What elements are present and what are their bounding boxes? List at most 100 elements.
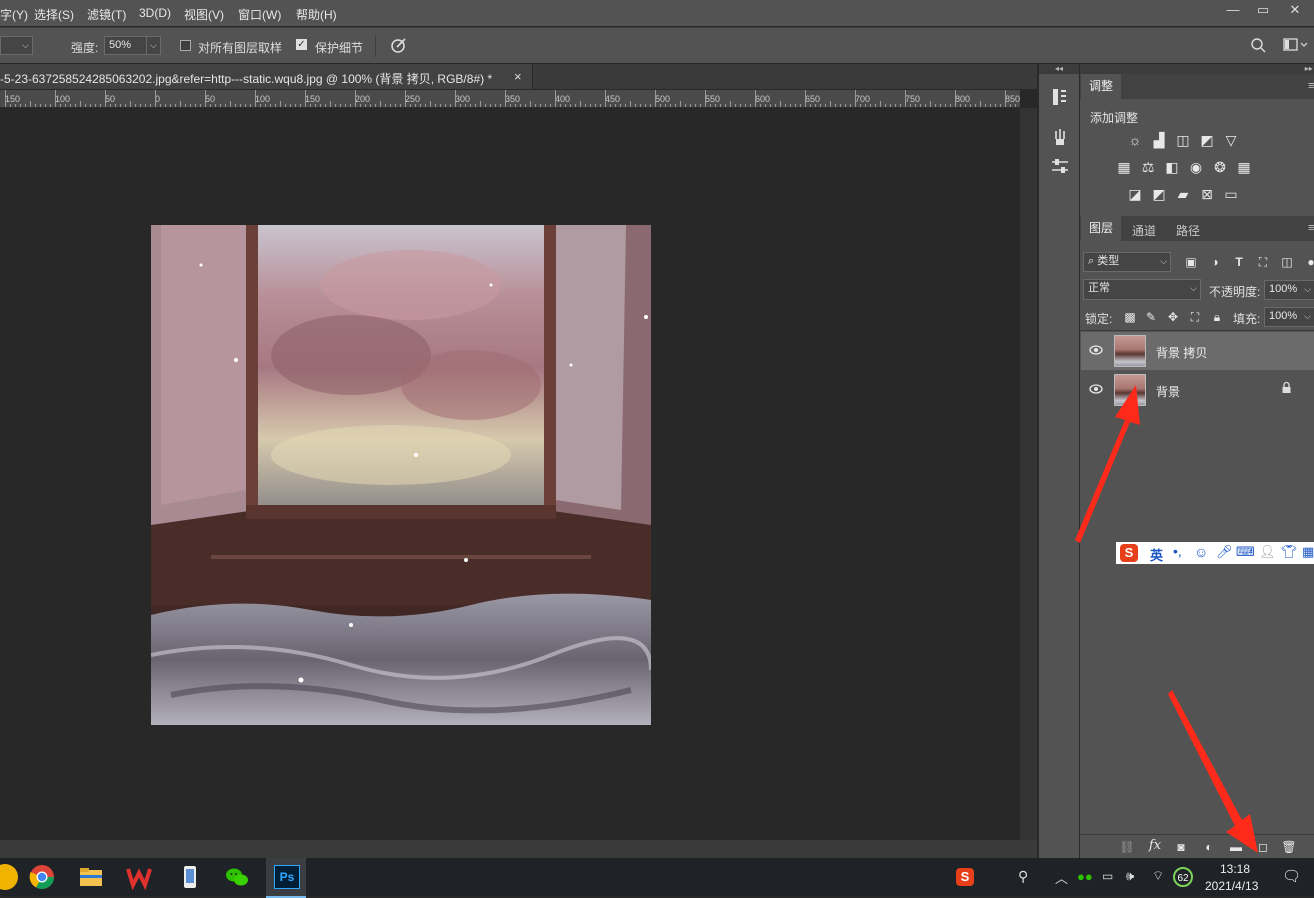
link-icon[interactable]: ⛓ — [1118, 839, 1136, 855]
ruler-tick — [890, 104, 891, 107]
phone-icon[interactable] — [177, 864, 203, 890]
filter-adjustment-icon[interactable]: ◑ — [1206, 254, 1224, 270]
volume-icon[interactable]: 🕪︎ — [1126, 868, 1134, 884]
brightness-icon[interactable]: ☼ — [1126, 132, 1144, 148]
black-white-icon[interactable]: ◧ — [1163, 159, 1181, 175]
photo-filter-icon[interactable]: ◉ — [1187, 159, 1205, 175]
wechat-icon[interactable] — [224, 864, 250, 890]
fill-input[interactable]: 100% ⌵ — [1264, 307, 1314, 327]
brush-settings-icon[interactable] — [1051, 128, 1069, 145]
clock-date[interactable]: 2021/4/13 — [1205, 879, 1258, 893]
chrome-icon[interactable] — [29, 864, 55, 890]
tab-channels[interactable]: 通道 — [1132, 222, 1156, 239]
eye-icon[interactable] — [1089, 344, 1103, 358]
color-balance-icon[interactable]: ⚖ — [1139, 159, 1157, 175]
file-explorer-icon[interactable] — [78, 864, 104, 890]
trash-icon[interactable]: 🗑︎ — [1280, 839, 1298, 855]
photoshop-taskbar-item[interactable]: Ps — [266, 858, 306, 898]
emoji-icon[interactable]: ☺ — [1194, 544, 1208, 560]
fx-icon[interactable]: fx — [1146, 838, 1164, 854]
ime-mode-toggle[interactable]: 英 — [1150, 545, 1163, 564]
battery-icon[interactable]: ▭ — [1102, 869, 1113, 883]
wps-icon[interactable] — [126, 864, 152, 891]
lock-icon[interactable] — [1281, 381, 1292, 397]
blend-mode-dropdown[interactable]: 正常 ⌵ — [1083, 279, 1201, 300]
posterize-icon[interactable]: ◩ — [1150, 186, 1168, 202]
protect-detail-checkbox[interactable]: ✓ — [296, 39, 307, 50]
ruler-tick — [850, 104, 851, 107]
invert-icon[interactable]: ◪ — [1126, 186, 1144, 202]
notification-icon[interactable]: 🗨︎ — [1282, 867, 1301, 885]
lock-image-icon[interactable]: ✎ — [1142, 309, 1160, 325]
history-icon[interactable] — [1051, 88, 1069, 105]
menu-help[interactable]: 帮助(H) — [296, 6, 337, 23]
app-icon[interactable] — [0, 864, 18, 890]
layer-row-background-copy[interactable]: 背景 拷贝 — [1081, 332, 1314, 370]
sample-all-layers-checkbox[interactable] — [180, 40, 191, 51]
sogou-logo-icon[interactable]: S — [1120, 544, 1138, 562]
pressure-icon[interactable] — [390, 36, 408, 57]
minimize-icon[interactable]: — — [1218, 0, 1248, 20]
filter-type-icon[interactable]: T — [1230, 254, 1248, 270]
lock-all-icon[interactable]: 🔒︎ — [1208, 309, 1226, 325]
close-tab-icon[interactable]: × — [514, 69, 522, 84]
horizontal-scrollbar[interactable] — [0, 840, 1037, 858]
close-icon[interactable]: ✕ — [1280, 0, 1310, 20]
wechat-tray-icon[interactable]: ●● — [1077, 869, 1093, 884]
lock-position-icon[interactable]: ✥ — [1164, 309, 1182, 325]
sogou-tray-icon[interactable]: S — [956, 868, 974, 886]
brush-preset-dropdown[interactable]: ⌵ — [0, 36, 33, 55]
selective-color-icon[interactable]: ⊠ — [1198, 186, 1216, 202]
panel-menu-icon[interactable]: ≡ — [1308, 80, 1314, 92]
menu-view[interactable]: 视图(V) — [184, 6, 224, 23]
filter-smart-object-icon[interactable]: ◫ — [1278, 254, 1296, 270]
restore-icon[interactable]: ▭ — [1248, 0, 1278, 20]
filter-toggle-icon[interactable]: ● — [1302, 254, 1314, 270]
curves-icon[interactable]: ◫ — [1174, 132, 1192, 148]
skin-icon[interactable]: 👕︎ — [1281, 544, 1298, 560]
tab-adjustments[interactable]: 调整 — [1081, 74, 1121, 99]
ruler-tick — [540, 104, 541, 107]
lock-transparent-icon[interactable]: ▩ — [1121, 309, 1139, 325]
collapse-icon[interactable]: ◂◂ — [1039, 64, 1079, 74]
levels-icon[interactable]: ▟ — [1150, 132, 1168, 148]
people-icon[interactable]: ⚲ — [1018, 868, 1028, 885]
menu-type[interactable]: 字(Y) — [0, 6, 28, 23]
vertical-scrollbar[interactable] — [1020, 108, 1037, 840]
menu-filter[interactable]: 滤镜(T) — [87, 6, 126, 23]
hue-saturation-icon[interactable]: ▦ — [1115, 159, 1133, 175]
properties-icon[interactable] — [1051, 158, 1069, 174]
toolbox-icon[interactable]: ▦ — [1302, 544, 1314, 560]
filter-pixel-icon[interactable]: ▣ — [1182, 254, 1200, 270]
gradient-map-icon[interactable]: ▭ — [1222, 186, 1240, 202]
battery-badge[interactable]: 62 — [1173, 867, 1193, 887]
document-tab[interactable]: -5-23-637258524285063202.jpg&refer=http-… — [0, 64, 533, 89]
menu-3d[interactable]: 3D(D) — [139, 6, 171, 20]
chevron-up-icon[interactable]: ︿ — [1055, 868, 1068, 887]
layers-menu-icon[interactable]: ≡ — [1308, 222, 1314, 234]
punctuation-icon[interactable]: •, — [1173, 543, 1182, 559]
document-image[interactable] — [151, 225, 651, 725]
tab-layers[interactable]: 图层 — [1081, 216, 1121, 241]
clock-time[interactable]: 13:18 — [1220, 862, 1250, 876]
microphone-icon[interactable]: 🎤︎ — [1216, 544, 1233, 560]
filter-shape-icon[interactable]: ⛶ — [1254, 254, 1272, 270]
tab-paths[interactable]: 路径 — [1176, 222, 1200, 239]
workspace-icon[interactable] — [1283, 38, 1309, 55]
menu-window[interactable]: 窗口(W) — [238, 6, 281, 23]
vibrance-icon[interactable]: ▽ — [1222, 132, 1240, 148]
user-icon[interactable]: 👤︎ — [1259, 544, 1276, 560]
wifi-icon[interactable]: ⌔ — [1152, 868, 1164, 884]
layer-filter-dropdown[interactable]: ⌕ 类型 ⌵ — [1083, 252, 1171, 272]
menu-select[interactable]: 选择(S) — [34, 6, 74, 23]
expand-icon[interactable]: ▸▸ — [1080, 64, 1314, 74]
opacity-input[interactable]: 100% ⌵ — [1264, 280, 1314, 300]
search-icon[interactable] — [1250, 37, 1266, 56]
keyboard-icon[interactable]: ⌨ — [1236, 544, 1255, 560]
color-lookup-icon[interactable]: ▦ — [1235, 159, 1253, 175]
exposure-icon[interactable]: ◩ — [1198, 132, 1216, 148]
lock-artboard-icon[interactable]: ⛶ — [1186, 309, 1204, 325]
threshold-icon[interactable]: ▰ — [1174, 186, 1192, 202]
channel-mixer-icon[interactable]: ❂ — [1211, 159, 1229, 175]
strength-input[interactable]: 50% ⌵ — [104, 36, 161, 55]
